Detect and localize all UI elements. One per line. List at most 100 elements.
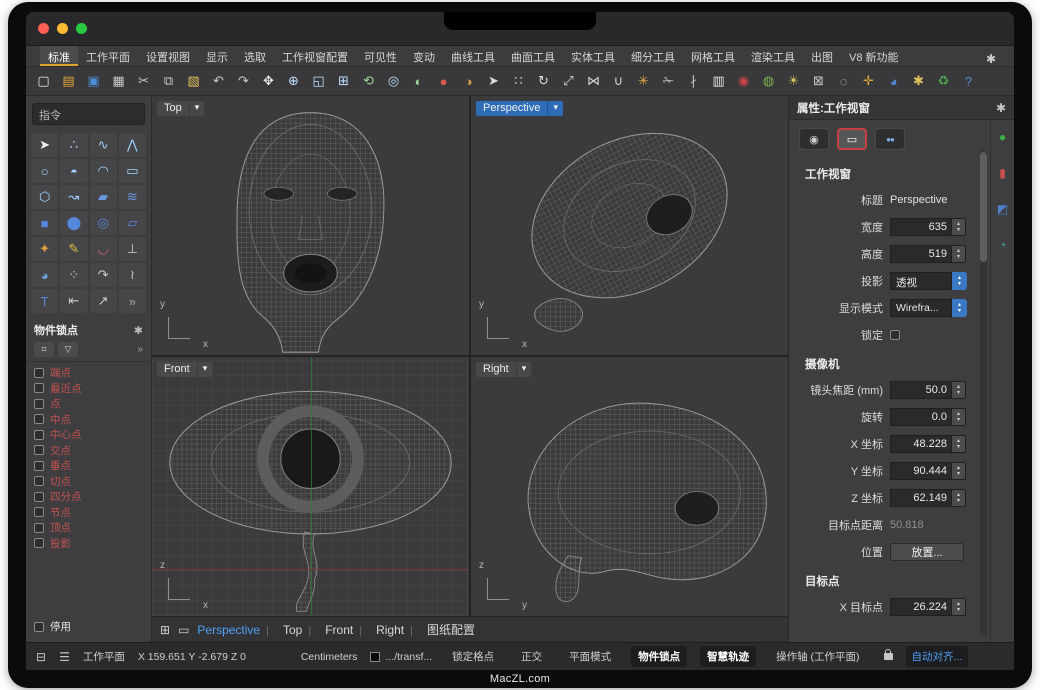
current-layer[interactable]: .../transf... <box>370 651 432 663</box>
menu-gear-icon[interactable]: ✱ <box>986 49 996 66</box>
layers[interactable]: ▥ <box>707 70 730 93</box>
stepper-arrows-icon[interactable] <box>952 489 966 507</box>
leader-tool[interactable]: ↗ <box>90 289 117 313</box>
new-file[interactable]: ▢ <box>32 70 55 93</box>
lights[interactable]: ☀ <box>782 70 805 93</box>
cplane-label[interactable]: 工作平面 <box>83 649 125 664</box>
camera-y-stepper[interactable]: 90.444 <box>890 462 966 480</box>
curve-edit-tool[interactable]: ≀ <box>119 263 146 287</box>
minimize-window-button[interactable] <box>57 23 68 34</box>
camera-x-stepper[interactable]: 48.228 <box>890 435 966 453</box>
status-toggle[interactable]: 平面模式 <box>562 646 618 667</box>
plane-tool[interactable]: ▱ <box>119 211 146 235</box>
viewport-perspective-title[interactable]: Perspective ▾ <box>476 101 563 116</box>
fillet-tool[interactable]: ◡ <box>90 237 117 261</box>
more-tools[interactable]: » <box>119 289 146 313</box>
menu-item[interactable]: 标准 <box>40 46 78 66</box>
osnap-checkbox[interactable] <box>34 538 44 548</box>
select-arrows-icon[interactable] <box>952 272 967 290</box>
cut[interactable]: ✂ <box>132 70 155 93</box>
save[interactable]: ▣ <box>82 70 105 93</box>
arc-tool[interactable]: ◠ <box>90 159 117 183</box>
osnap-checkbox[interactable] <box>34 492 44 502</box>
print[interactable]: ▦ <box>107 70 130 93</box>
materials-panel-icon[interactable]: ▮ <box>999 166 1006 180</box>
gumball[interactable]: ✛ <box>857 70 880 93</box>
pan-view[interactable]: ✥ <box>257 70 280 93</box>
osnap-gear-icon[interactable]: ✱ <box>134 324 143 337</box>
render[interactable]: ● <box>432 70 455 93</box>
menu-item[interactable]: 渲染工具 <box>743 46 803 66</box>
chevron-down-icon[interactable]: ▾ <box>547 101 563 116</box>
height-stepper[interactable]: 519 <box>890 245 966 263</box>
point-cloud-tool[interactable]: ⁘ <box>60 263 87 287</box>
menu-item[interactable]: V8 新功能 <box>841 46 907 66</box>
viewport-right-title[interactable]: Right ▾ <box>476 362 531 377</box>
rotate[interactable]: ↻ <box>532 70 555 93</box>
color-wheel[interactable]: ◉ <box>732 70 755 93</box>
menu-item[interactable]: 选取 <box>236 46 274 66</box>
circle-tool[interactable]: ○ <box>31 159 58 183</box>
control-points-tool[interactable]: ∴ <box>60 133 87 157</box>
trim[interactable]: ✁ <box>657 70 680 93</box>
axis-tool[interactable]: ⊥ <box>119 237 146 261</box>
camera-z-stepper[interactable]: 62.149 <box>890 489 966 507</box>
join[interactable]: ∪ <box>607 70 630 93</box>
lens-value[interactable]: 50.0 <box>890 381 952 399</box>
copy-object[interactable]: ∷ <box>507 70 530 93</box>
viewport-tab[interactable]: Top <box>260 623 302 637</box>
height-value[interactable]: 519 <box>890 245 952 263</box>
status-toggle[interactable]: 物件锁点 <box>631 646 687 667</box>
lock-icon[interactable] <box>884 653 893 660</box>
osnap-checkbox[interactable] <box>34 523 44 533</box>
redo[interactable]: ↷ <box>232 70 255 93</box>
chevron-down-icon[interactable]: ▾ <box>516 362 532 377</box>
camera-z-value[interactable]: 62.149 <box>890 489 952 507</box>
paint-tool[interactable]: ✎ <box>60 237 87 261</box>
display-panel-icon[interactable]: ● <box>999 130 1006 144</box>
rotation-value[interactable]: 0.0 <box>890 408 952 426</box>
menu-item[interactable]: 可见性 <box>356 46 405 66</box>
chevron-down-icon[interactable]: ▾ <box>189 101 205 116</box>
viewport-front-title[interactable]: Front ▾ <box>157 362 212 377</box>
osnap-checkbox[interactable] <box>34 461 44 471</box>
menu-item[interactable]: 曲线工具 <box>443 46 503 66</box>
grid-settings-icon[interactable]: ⊟ <box>36 650 46 664</box>
status-toggle[interactable]: 锁定格点 <box>445 646 501 667</box>
osnap-checkbox[interactable] <box>34 399 44 409</box>
help-panel-icon[interactable]: ◔ <box>999 238 1006 252</box>
stepper-arrows-icon[interactable] <box>952 435 966 453</box>
mirror[interactable]: ⋈ <box>582 70 605 93</box>
zoom-window-button[interactable] <box>76 23 87 34</box>
freeform-tool[interactable]: ↝ <box>60 185 87 209</box>
material-ball[interactable]: ◍ <box>757 70 780 93</box>
open-file[interactable]: ▤ <box>57 70 80 93</box>
zoom-window[interactable]: ◱ <box>307 70 330 93</box>
polyline-tool[interactable]: ⋀ <box>119 133 146 157</box>
boolean-tool[interactable]: ✦ <box>31 237 58 261</box>
menu-item[interactable]: 曲面工具 <box>503 46 563 66</box>
help[interactable]: ? <box>957 70 980 93</box>
stepper-arrows-icon[interactable] <box>952 218 966 236</box>
status-toggle[interactable]: 智慧轨迹 <box>700 646 756 667</box>
layers-panel-icon[interactable]: ◩ <box>997 202 1008 216</box>
dimension-tool[interactable]: ⇤ <box>60 289 87 313</box>
display-mode-select[interactable]: Wirefra... <box>890 299 967 317</box>
hide-objects[interactable]: ◌ <box>832 70 855 93</box>
text-tool[interactable]: T <box>31 289 58 313</box>
copy[interactable]: ⧉ <box>157 70 180 93</box>
zoom-dynamic[interactable]: ⊕ <box>282 70 305 93</box>
stepper-arrows-icon[interactable] <box>952 598 966 616</box>
osnap-checkbox[interactable] <box>34 368 44 378</box>
update-check[interactable]: ♻ <box>932 70 955 93</box>
stepper-arrows-icon[interactable] <box>952 408 966 426</box>
viewport-front[interactable]: Front ▾ z x <box>152 357 469 616</box>
curve-tool[interactable]: ∿ <box>90 133 117 157</box>
render-preview[interactable]: ◑ <box>457 70 480 93</box>
panel-scrollbar[interactable] <box>980 150 987 636</box>
rgb-sphere[interactable]: ◕ <box>882 70 905 93</box>
list-view-icon[interactable]: ☰ <box>59 650 70 664</box>
menu-item[interactable]: 网格工具 <box>683 46 743 66</box>
lens-stepper[interactable]: 50.0 <box>890 381 966 399</box>
explode[interactable]: ✳ <box>632 70 655 93</box>
